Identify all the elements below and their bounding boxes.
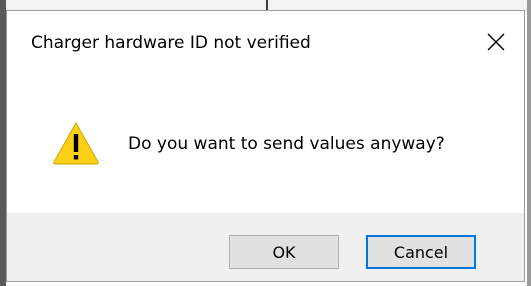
background-window-edge-right: [527, 0, 531, 286]
message-dialog: Charger hardware ID not verified Do you …: [6, 10, 525, 282]
dialog-message: Do you want to send values anyway?: [128, 134, 445, 154]
close-button[interactable]: [468, 11, 524, 73]
warning-icon: [52, 121, 100, 165]
ok-button[interactable]: OK: [229, 235, 339, 269]
dialog-body: Do you want to send values anyway?: [7, 77, 524, 213]
dialog-footer: OK Cancel: [7, 213, 524, 281]
close-icon: [487, 33, 505, 51]
dialog-titlebar[interactable]: Charger hardware ID not verified: [7, 11, 524, 77]
cancel-button[interactable]: Cancel: [366, 235, 476, 269]
dialog-title: Charger hardware ID not verified: [31, 33, 311, 53]
background-tick: [266, 0, 268, 10]
